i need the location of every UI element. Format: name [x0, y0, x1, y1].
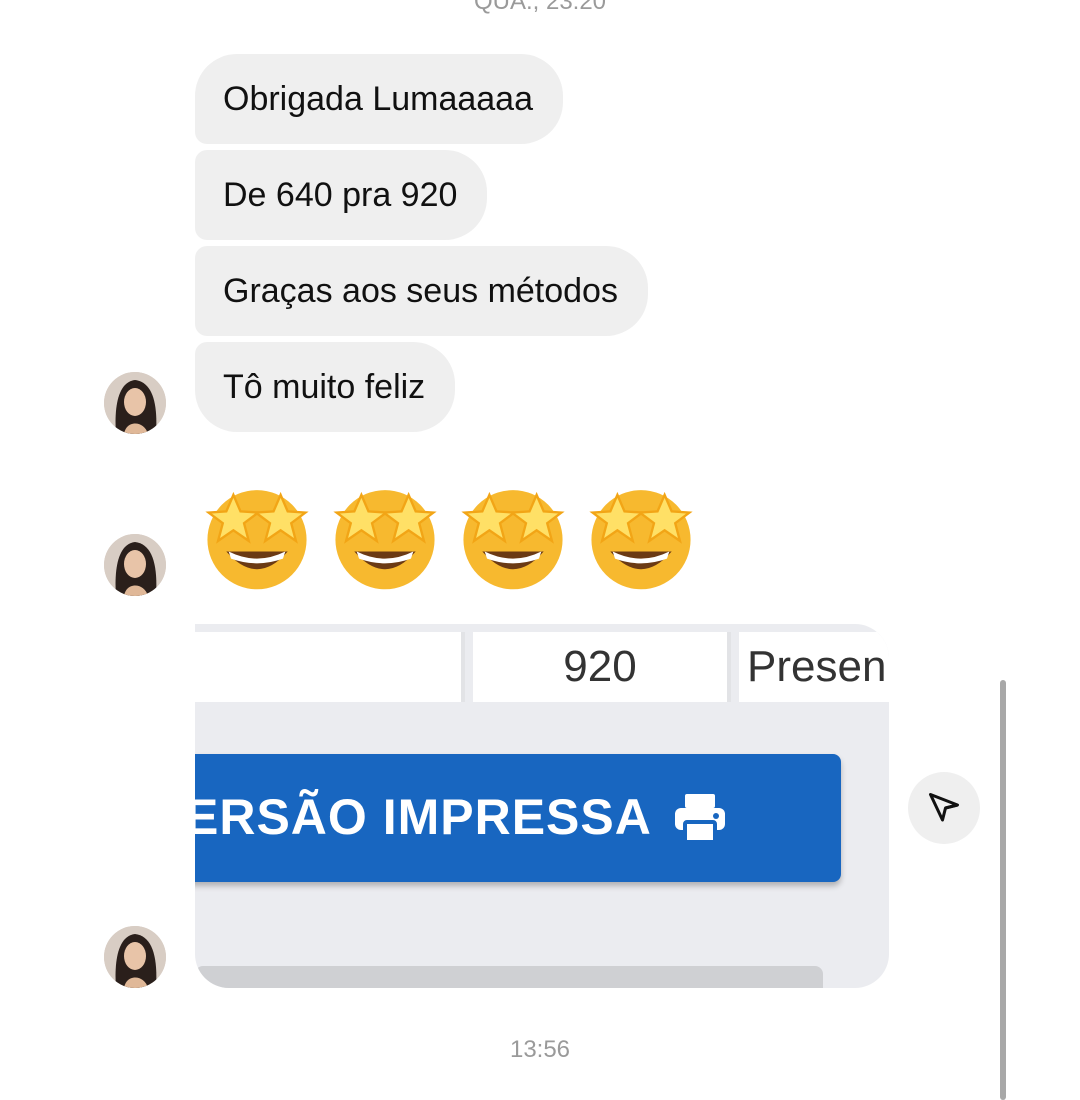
- star-struck-emoji-icon: [589, 490, 693, 590]
- message-text: Graças aos seus métodos: [223, 272, 618, 310]
- table-cell: 920: [473, 632, 731, 702]
- timestamp-top: QUA., 23:20: [473, 0, 607, 15]
- printer-icon: [675, 794, 725, 844]
- avatar[interactable]: [104, 926, 166, 988]
- avatar[interactable]: [104, 534, 166, 596]
- message-bubble[interactable]: Graças aos seus métodos: [195, 246, 648, 336]
- message-bubble[interactable]: De 640 pra 920: [195, 150, 488, 240]
- message-text: Obrigada Lumaaaaa: [223, 80, 534, 118]
- star-struck-emoji-icon: [461, 490, 565, 590]
- star-struck-emoji-icon: [205, 490, 309, 590]
- message-bubble[interactable]: Obrigada Lumaaaaa: [195, 54, 564, 144]
- message-bubble[interactable]: Tô muito feliz: [195, 342, 456, 432]
- message-text: Tô muito feliz: [223, 368, 426, 406]
- shared-image[interactable]: 920 Presen ERSÃO IMPRESSA: [195, 624, 889, 988]
- avatar[interactable]: [104, 372, 166, 434]
- star-struck-emoji-icon: [333, 490, 437, 590]
- print-version-button: ERSÃO IMPRESSA: [195, 754, 841, 882]
- timestamp-bottom: 13:56: [509, 1036, 571, 1063]
- print-button-label: ERSÃO IMPRESSA: [195, 789, 652, 845]
- table-cell-text: Presen: [747, 642, 887, 691]
- send-icon: [929, 793, 959, 822]
- table-cell: Presen: [739, 632, 889, 702]
- share-button[interactable]: [908, 772, 980, 844]
- table-cell: [195, 632, 465, 702]
- table-cell-text: 920: [563, 642, 637, 691]
- card-bottom-bar: [195, 966, 823, 988]
- emoji-message[interactable]: [198, 476, 700, 594]
- message-text: De 640 pra 920: [223, 176, 458, 214]
